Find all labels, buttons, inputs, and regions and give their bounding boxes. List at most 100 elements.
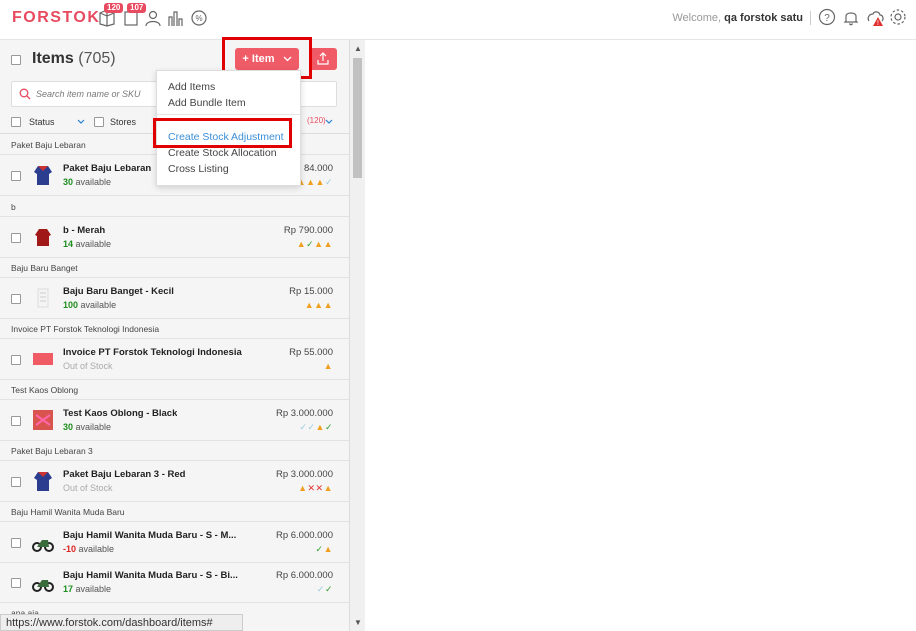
product-name[interactable]: Baju Baru Banget - Kecil xyxy=(63,286,174,297)
status-filter-checkbox[interactable] xyxy=(11,117,21,127)
highlight-stock-adjustment xyxy=(153,118,292,148)
menu-item-add-items[interactable]: Add Items xyxy=(168,81,215,93)
select-all-checkbox[interactable] xyxy=(11,55,21,65)
forstok-logo[interactable]: FORSTOK xyxy=(12,9,100,27)
availability: Out of Stock xyxy=(63,361,113,371)
price: Rp 6.000.000 xyxy=(275,530,333,541)
notification-bell-icon[interactable] xyxy=(842,8,862,28)
search-icon xyxy=(19,88,31,100)
svg-text:%: % xyxy=(195,14,202,23)
channel-status-icons: ▲ xyxy=(323,361,333,371)
row-checkbox[interactable] xyxy=(11,233,21,243)
filter-count: (120) xyxy=(307,116,326,125)
product-thumbnail xyxy=(34,472,52,491)
items-heading: Items (705) xyxy=(32,50,116,67)
product-name[interactable]: Paket Baju Lebaran 3 - Red xyxy=(63,469,185,480)
status-chevron-icon xyxy=(77,119,85,124)
item-row[interactable]: Baju Hamil Wanita Muda Baru - S - Bi... … xyxy=(0,563,349,603)
product-thumbnail xyxy=(32,540,54,552)
price: Rp 55.000 xyxy=(289,347,333,358)
item-row[interactable]: Invoice PT Forstok Teknologi Indonesia O… xyxy=(0,340,349,380)
row-checkbox[interactable] xyxy=(11,171,21,181)
group-header: Baju Baru Banget xyxy=(0,258,349,278)
price: Rp 790.000 xyxy=(283,225,333,236)
product-thumbnail xyxy=(33,410,53,430)
scroll-up-icon[interactable]: ▲ xyxy=(354,44,362,53)
product-name[interactable]: Test Kaos Oblong - Black xyxy=(63,408,177,419)
availability: -10 available xyxy=(63,544,115,554)
stores-filter-checkbox[interactable] xyxy=(94,117,104,127)
group-header: Invoice PT Forstok Teknologi Indonesia xyxy=(0,319,349,339)
price: 84.000 xyxy=(303,163,333,174)
availability: 100 available xyxy=(63,300,117,310)
status-filter-label[interactable]: Status xyxy=(29,117,55,127)
stores-filter-label[interactable]: Stores xyxy=(110,117,136,127)
channel-status-icons: ✓✓▲✓ xyxy=(299,422,333,432)
svg-text:?: ? xyxy=(824,13,830,24)
channel-status-icons: ▲▲▲ xyxy=(304,300,333,310)
status-bar-url: https://www.forstok.com/dashboard/items# xyxy=(0,614,243,631)
product-name[interactable]: Invoice PT Forstok Teknologi Indonesia xyxy=(63,347,242,358)
promotions-nav-icon[interactable]: % xyxy=(189,9,209,29)
availability: 30 available xyxy=(63,422,112,432)
price: Rp 3.000.000 xyxy=(275,469,333,480)
availability: 14 available xyxy=(63,239,112,249)
topbar-separator xyxy=(810,11,811,25)
scroll-thumb[interactable] xyxy=(353,58,362,178)
availability: Out of Stock xyxy=(63,483,113,493)
price: Rp 15.000 xyxy=(289,286,333,297)
menu-item-add-bundle[interactable]: Add Bundle Item xyxy=(168,97,246,109)
items-scrollbar[interactable]: ▲ ▼ xyxy=(349,40,365,631)
product-thumbnail xyxy=(33,353,53,365)
scroll-down-icon[interactable]: ▼ xyxy=(354,618,362,627)
sync-alert-icon[interactable]: ! xyxy=(866,8,886,28)
svg-text:!: ! xyxy=(877,20,879,27)
channel-status-icons: ✓▲ xyxy=(315,544,333,554)
item-row[interactable]: Baju Baru Banget - Kecil 100 available R… xyxy=(0,279,349,319)
product-name[interactable]: Baju Hamil Wanita Muda Baru - S - M... xyxy=(63,530,236,541)
product-thumbnail xyxy=(37,288,49,308)
orders-nav-icon[interactable]: 120 xyxy=(97,3,124,29)
menu-divider xyxy=(157,114,300,115)
item-row[interactable]: Paket Baju Lebaran 3 - Red Out of Stock … xyxy=(0,462,349,502)
reports-nav-icon[interactable] xyxy=(166,9,186,29)
item-row[interactable]: Baju Hamil Wanita Muda Baru - S - M... -… xyxy=(0,523,349,563)
group-header: Baju Hamil Wanita Muda Baru xyxy=(0,502,349,522)
product-name[interactable]: Baju Hamil Wanita Muda Baru - S - Bi... xyxy=(63,570,238,581)
upload-icon xyxy=(317,52,329,65)
item-row[interactable]: b - Merah 14 available Rp 790.000 ▲✓▲▲ xyxy=(0,218,349,258)
group-header: b xyxy=(0,197,349,217)
availability: 30 available xyxy=(63,177,112,187)
channel-status-icons: ▲✓▲▲ xyxy=(296,239,333,249)
product-thumbnail xyxy=(34,166,52,185)
search-placeholder: Search item name or SKU xyxy=(36,89,141,99)
menu-item-create-stock-allocation[interactable]: Create Stock Allocation xyxy=(168,147,277,159)
username[interactable]: qa forstok satu xyxy=(724,12,803,24)
product-name[interactable]: b - Merah xyxy=(63,225,105,236)
row-checkbox[interactable] xyxy=(11,538,21,548)
channel-status-icons: ✓✓ xyxy=(316,584,333,594)
channel-status-icons: ▲▲▲✓ xyxy=(296,177,333,187)
group-header: Paket Baju Lebaran 3 xyxy=(0,441,349,461)
help-icon[interactable]: ? xyxy=(818,8,838,28)
product-thumbnail xyxy=(32,580,54,592)
inventory-nav-icon[interactable]: 107 xyxy=(121,3,147,29)
channel-chevron-icon xyxy=(325,119,333,124)
row-checkbox[interactable] xyxy=(11,477,21,487)
item-row[interactable]: Test Kaos Oblong - Black 30 available Rp… xyxy=(0,401,349,441)
price: Rp 3.000.000 xyxy=(275,408,333,419)
customers-nav-icon[interactable] xyxy=(143,9,163,29)
welcome-text: Welcome, qa forstok satu xyxy=(672,12,803,24)
price: Rp 6.000.000 xyxy=(275,570,333,581)
menu-item-cross-listing[interactable]: Cross Listing xyxy=(168,163,229,175)
product-name[interactable]: Paket Baju Lebaran xyxy=(63,163,151,174)
row-checkbox[interactable] xyxy=(11,294,21,304)
top-bar: FORSTOK 120 107 % Welcome, qa forstok sa… xyxy=(0,0,916,40)
row-checkbox[interactable] xyxy=(11,355,21,365)
product-thumbnail xyxy=(35,229,51,246)
row-checkbox[interactable] xyxy=(11,578,21,588)
export-button[interactable] xyxy=(309,48,337,70)
settings-gear-icon[interactable] xyxy=(889,8,909,28)
row-checkbox[interactable] xyxy=(11,416,21,426)
group-header: Test Kaos Oblong xyxy=(0,380,349,400)
